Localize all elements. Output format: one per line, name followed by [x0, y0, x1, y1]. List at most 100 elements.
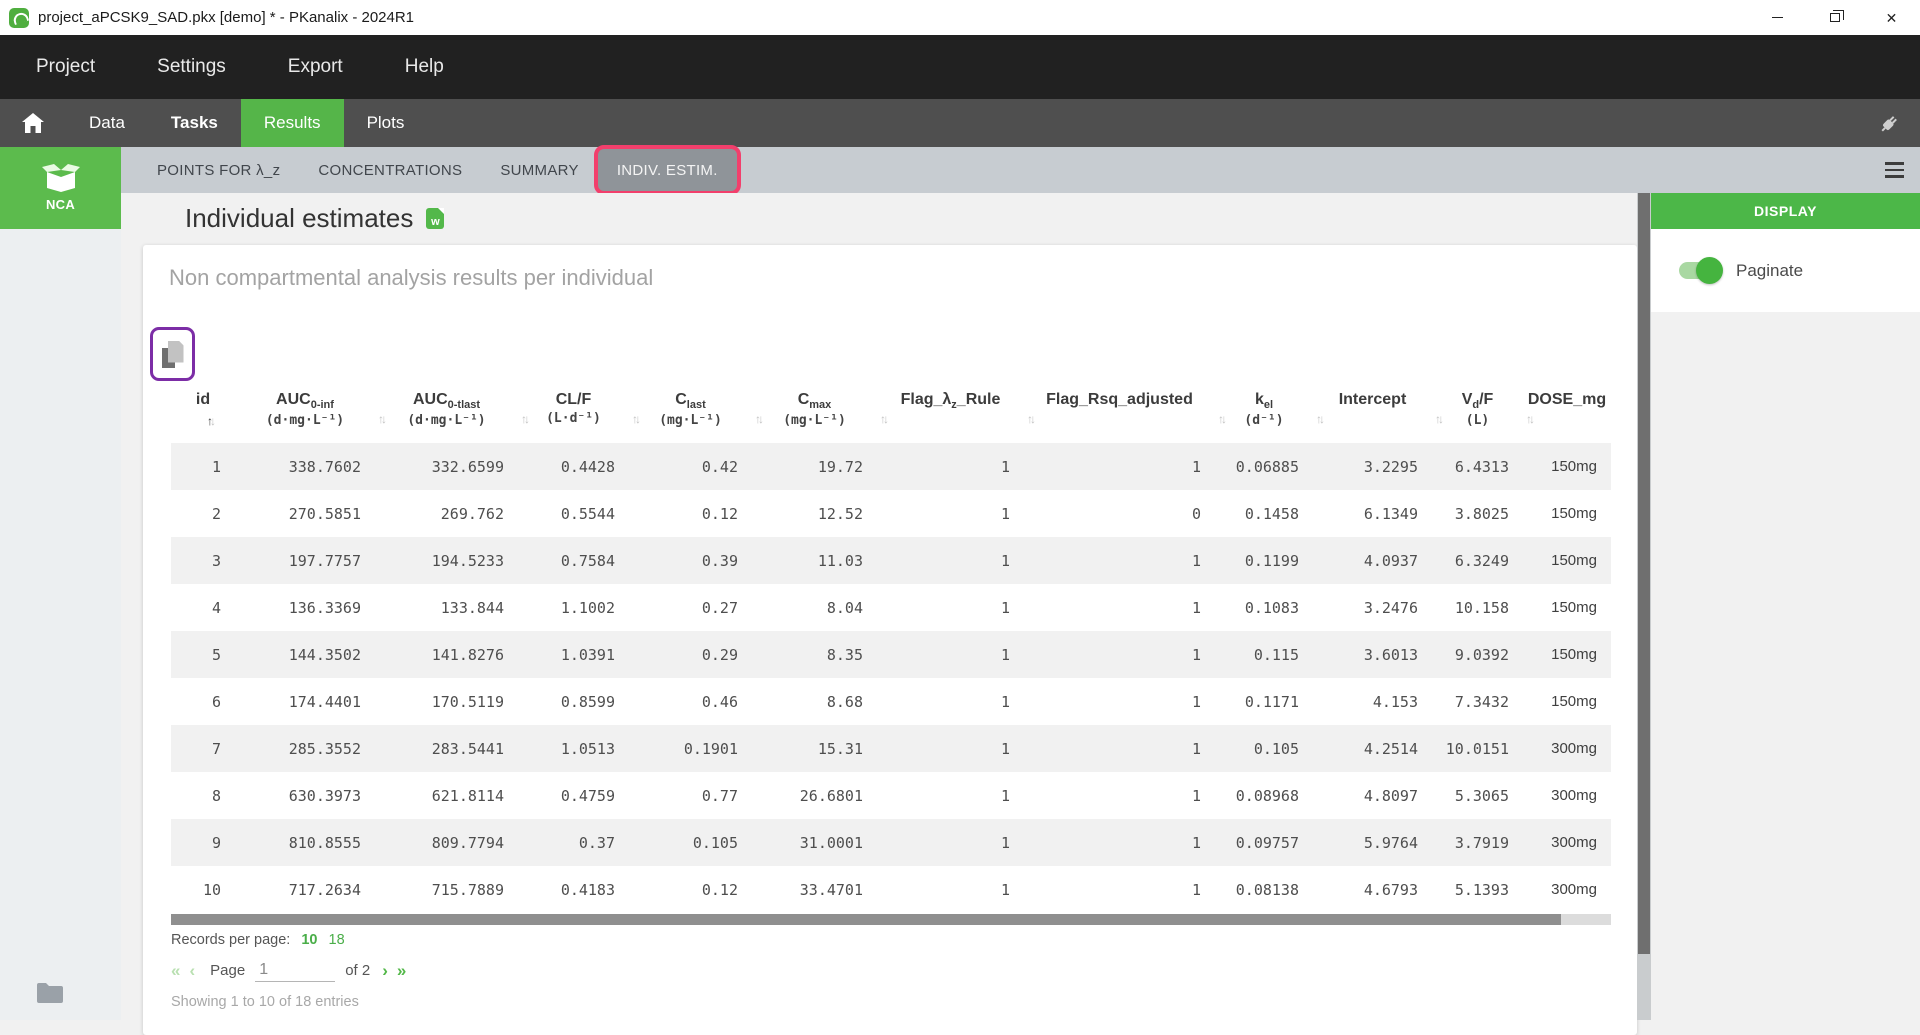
cell-auc0inf: 174.4401 — [288, 692, 361, 711]
menu-project[interactable]: Project — [36, 56, 95, 78]
tab-plots[interactable]: Plots — [344, 99, 428, 147]
subtab-indiv-estim[interactable]: INDIV. ESTIM. — [593, 145, 741, 195]
minimize-button[interactable] — [1749, 0, 1806, 35]
column-header-flagrsq[interactable]: Flag_Rsq_adjusted ↑↓ — [1024, 388, 1227, 443]
column-header-clast[interactable]: Clast (mg·L⁻¹) ↑↓ — [629, 388, 764, 443]
table-row-1: 1 338.7602 332.6599 0.4428 0.42 19.72 1 1 0.0688… — [171, 443, 1611, 490]
column-header-flaglz[interactable]: Flag_λz_Rule ↑↓ — [877, 388, 1036, 443]
tab-data[interactable]: Data — [66, 99, 148, 147]
table-horizontal-scrollbar[interactable] — [171, 914, 1611, 925]
column-header-dose[interactable]: DOSE_mg — [1523, 388, 1611, 443]
page-number-input[interactable] — [255, 959, 336, 982]
column-header-vdf[interactable]: Vd/F (L) ↑↓ — [1432, 388, 1535, 443]
column-header-id[interactable]: id ↑↓ — [171, 388, 235, 443]
cell-flagrsq: 0 — [1191, 504, 1201, 523]
cell-clast: 0.29 — [701, 645, 738, 664]
cell-id: 6 — [211, 692, 221, 711]
project-folder-button[interactable] — [36, 982, 64, 1004]
cell-auc0tlast: 141.8276 — [431, 645, 504, 664]
column-header-clf[interactable]: CL/F (L·d⁻¹) ↑↓ — [518, 388, 641, 443]
content-vertical-scrollbar[interactable] — [1637, 193, 1651, 1020]
vscrollbar-thumb[interactable] — [1638, 193, 1650, 954]
window-controls: ✕ — [1749, 0, 1920, 35]
cell-dose: 150mg — [1551, 458, 1597, 475]
close-icon: ✕ — [1885, 9, 1898, 26]
cell-cmax: 12.52 — [817, 504, 863, 523]
cell-vdf: 10.0151 — [1445, 739, 1509, 758]
cell-flaglz: 1 — [1000, 551, 1010, 570]
cell-clf: 0.37 — [578, 833, 615, 852]
plug-icon — [1881, 116, 1897, 132]
cell-auc0tlast: 332.6599 — [431, 457, 504, 476]
prev-page-button[interactable]: ‹ — [189, 961, 195, 981]
toggle-knob — [1696, 257, 1723, 284]
column-header-intercept[interactable]: Intercept ↑↓ — [1313, 388, 1444, 443]
cell-kel: 0.1083 — [1244, 598, 1299, 617]
tab-tasks[interactable]: Tasks — [148, 99, 241, 147]
cell-intercept: 6.1349 — [1363, 504, 1418, 523]
restore-icon — [1829, 10, 1844, 22]
paginate-toggle[interactable] — [1679, 257, 1723, 284]
last-page-button[interactable]: » — [397, 961, 406, 981]
connection-button[interactable] — [1878, 99, 1920, 147]
cell-dose: 300mg — [1551, 787, 1597, 804]
cell-flaglz: 1 — [1000, 645, 1010, 664]
menu-settings[interactable]: Settings — [157, 56, 226, 78]
cell-cmax: 11.03 — [817, 551, 863, 570]
cell-vdf: 3.8025 — [1454, 504, 1509, 523]
main-content: Individual estimates w Non compartmental… — [121, 193, 1651, 1035]
home-button[interactable] — [0, 99, 66, 147]
subtab-summary[interactable]: SUMMARY — [481, 147, 598, 193]
menu-export[interactable]: Export — [288, 56, 343, 78]
records-option-10[interactable]: 10 — [301, 932, 317, 948]
subtab-menu-button[interactable] — [1885, 147, 1904, 193]
copy-table-button[interactable] — [150, 327, 195, 381]
cell-flaglz: 1 — [1000, 786, 1010, 805]
first-page-button[interactable]: « — [171, 961, 180, 981]
table-row-6: 6 174.4401 170.5119 0.8599 0.46 8.68 1 1 0.1171 4… — [171, 678, 1611, 725]
subtab-points-for-lambda-z[interactable]: POINTS FOR λ_z — [138, 147, 299, 193]
cell-dose: 150mg — [1551, 693, 1597, 710]
page-title: Individual estimates — [185, 203, 414, 233]
sidebar-item-nca[interactable]: NCA — [0, 147, 121, 229]
records-option-18[interactable]: 18 — [329, 932, 345, 948]
column-header-cmax[interactable]: Cmax (mg·L⁻¹) ↑↓ — [752, 388, 889, 443]
page-label: Page — [210, 962, 246, 979]
cell-cmax: 8.68 — [826, 692, 863, 711]
cell-auc0inf: 810.8555 — [288, 833, 361, 852]
cell-auc0tlast: 133.844 — [440, 598, 504, 617]
cell-flagrsq: 1 — [1191, 692, 1201, 711]
tab-results[interactable]: Results — [240, 99, 344, 147]
subtab-concentrations[interactable]: CONCENTRATIONS — [299, 147, 481, 193]
display-panel: DISPLAY Paginate — [1651, 193, 1920, 1020]
hscrollbar-thumb[interactable] — [171, 914, 1561, 925]
results-subtab-bar: POINTS FOR λ_z CONCENTRATIONS SUMMARY IN… — [121, 145, 1920, 195]
cell-auc0tlast: 170.5119 — [431, 692, 504, 711]
cell-vdf: 5.3065 — [1454, 786, 1509, 805]
cell-flagrsq: 1 — [1191, 551, 1201, 570]
cell-flagrsq: 1 — [1191, 457, 1201, 476]
cell-intercept: 4.6793 — [1363, 880, 1418, 899]
word-export-icon[interactable]: w — [426, 208, 445, 229]
table-row-3: 3 197.7757 194.5233 0.7584 0.39 11.03 1 1 0.1199… — [171, 537, 1611, 584]
cell-kel: 0.09757 — [1235, 833, 1299, 852]
cell-id: 10 — [202, 880, 221, 899]
cell-flaglz: 1 — [1000, 504, 1010, 523]
menu-help[interactable]: Help — [405, 56, 444, 78]
individual-estimates-table: id ↑↓ AUC0-inf (d·mg·L⁻¹) ↑↓ AUC0-tlast (d·mg·… — [171, 388, 1611, 913]
column-header-auc0tlast[interactable]: AUC0-tlast (d·mg·L⁻¹) ↑↓ — [375, 388, 530, 443]
next-page-button[interactable]: › — [382, 961, 388, 981]
cell-flaglz: 1 — [1000, 880, 1010, 899]
table-row-4: 4 136.3369 133.844 1.1002 0.27 8.04 1 1 0.1083 3.… — [171, 584, 1611, 631]
table-header-row: id ↑↓ AUC0-inf (d·mg·L⁻¹) ↑↓ AUC0-tlast (d·mg·… — [171, 388, 1611, 443]
close-button[interactable]: ✕ — [1863, 0, 1920, 35]
cell-flaglz: 1 — [1000, 739, 1010, 758]
cell-flagrsq: 1 — [1191, 598, 1201, 617]
cell-clast: 0.42 — [701, 457, 738, 476]
cell-intercept: 4.153 — [1372, 692, 1418, 711]
maximize-button[interactable] — [1806, 0, 1863, 35]
column-header-kel[interactable]: kel (d⁻¹) ↑↓ — [1215, 388, 1325, 443]
column-header-auc0inf[interactable]: AUC0-inf (d·mg·L⁻¹) ↑↓ — [235, 388, 387, 443]
sort-arrows-id[interactable]: ↑↓ — [207, 414, 216, 428]
cell-flaglz: 1 — [1000, 457, 1010, 476]
